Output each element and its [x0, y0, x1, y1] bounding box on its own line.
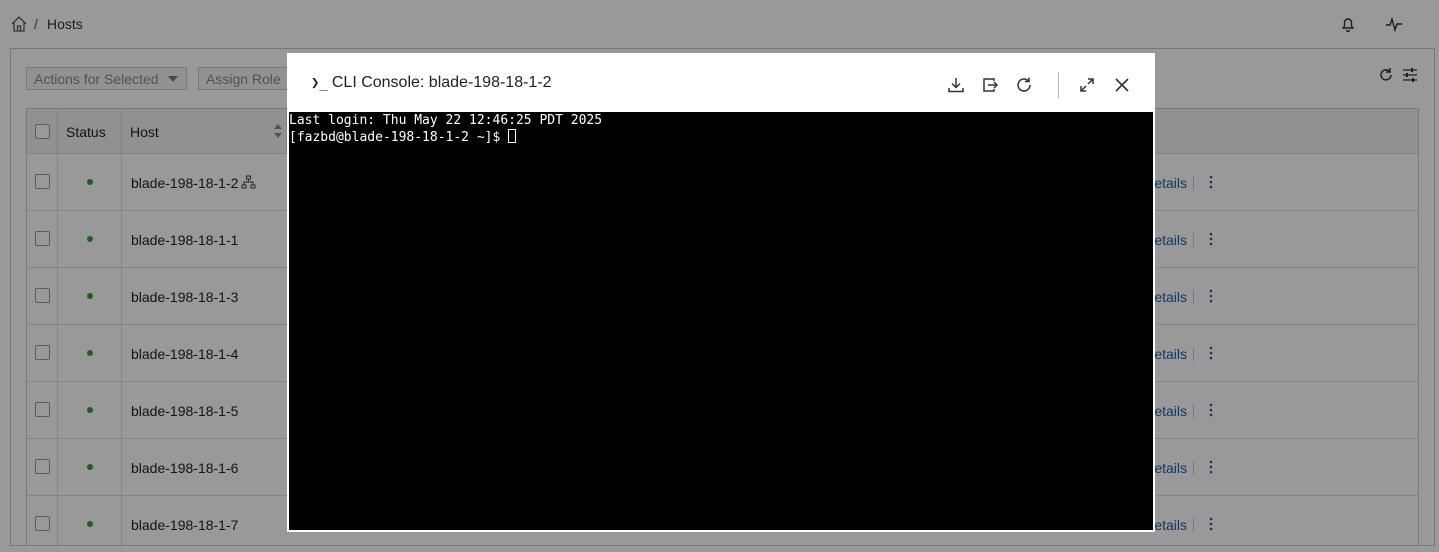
terminal-cursor [508, 129, 517, 143]
terminal-prompt: [fazbd@blade-198-18-1-2 ~]$ [289, 130, 509, 145]
refresh-icon[interactable] [1015, 76, 1033, 94]
terminal-prompt-line: [fazbd@blade-198-18-1-2 ~]$ [289, 129, 1153, 146]
download-icon[interactable] [947, 76, 965, 94]
close-icon[interactable] [1113, 76, 1131, 94]
terminal-prompt-icon: ❯_ [311, 75, 328, 91]
terminal-screen[interactable]: Last login: Thu May 22 12:46:25 PDT 2025… [289, 112, 1153, 530]
expand-icon[interactable] [1078, 76, 1096, 94]
cli-console-modal: ❯_ CLI Console: blade-198-18-1-2 Last log… [287, 53, 1155, 532]
modal-title-text: CLI Console: blade-198-18-1-2 [331, 74, 552, 91]
terminal-line: Last login: Thu May 22 12:46:25 PDT 2025 [289, 113, 603, 128]
modal-title: ❯_ CLI Console: blade-198-18-1-2 [311, 74, 552, 92]
toolbar-divider [1058, 72, 1059, 98]
export-icon[interactable] [981, 76, 999, 94]
